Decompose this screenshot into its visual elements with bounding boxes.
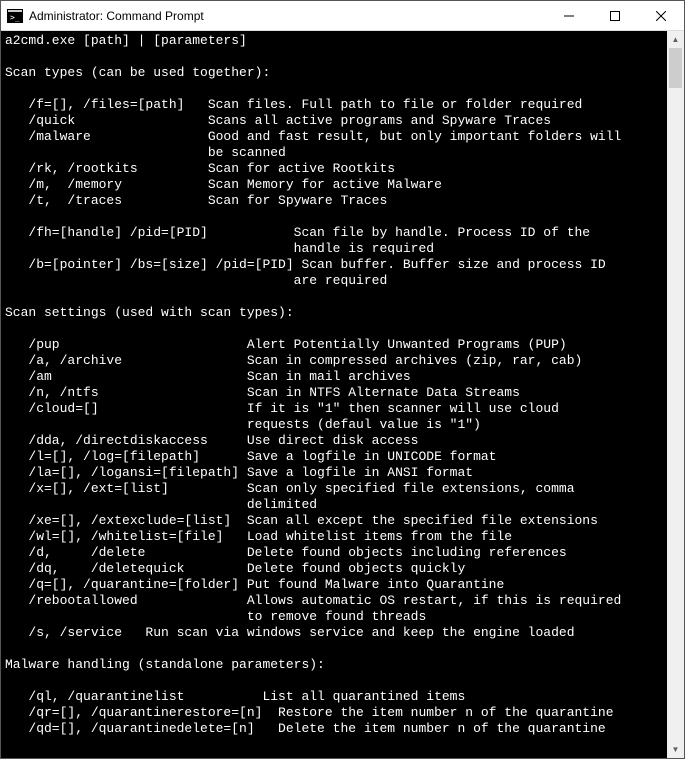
- titlebar[interactable]: >_ Administrator: Command Prompt: [1, 1, 684, 31]
- scroll-thumb[interactable]: [669, 48, 682, 88]
- maximize-button[interactable]: [592, 1, 638, 31]
- close-button[interactable]: [638, 1, 684, 31]
- window-controls: [546, 1, 684, 31]
- cmd-icon: >_: [7, 8, 23, 24]
- minimize-button[interactable]: [546, 1, 592, 31]
- scroll-up-arrow[interactable]: ▲: [667, 31, 684, 48]
- scroll-track[interactable]: [667, 48, 684, 741]
- window-title: Administrator: Command Prompt: [29, 9, 204, 23]
- terminal-area: a2cmd.exe [path] | [parameters] Scan typ…: [1, 31, 684, 758]
- svg-text:>_: >_: [10, 13, 20, 22]
- vertical-scrollbar[interactable]: ▲ ▼: [667, 31, 684, 758]
- terminal-output[interactable]: a2cmd.exe [path] | [parameters] Scan typ…: [1, 31, 667, 758]
- scroll-down-arrow[interactable]: ▼: [667, 741, 684, 758]
